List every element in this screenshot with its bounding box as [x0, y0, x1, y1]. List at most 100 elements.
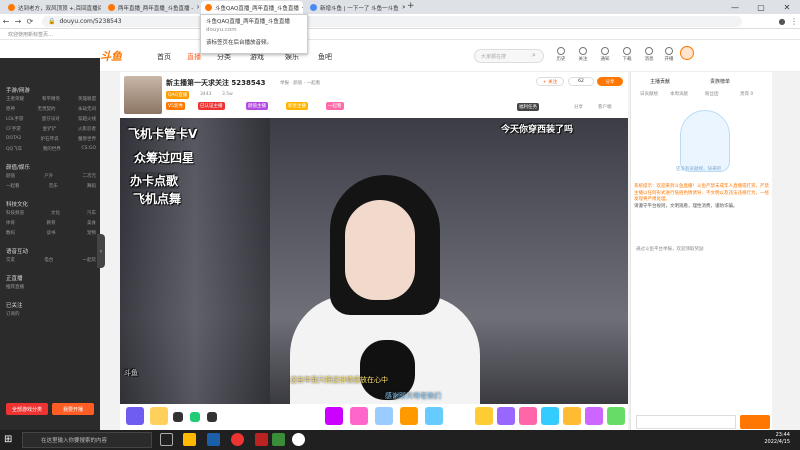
sidebar-item[interactable]: 汽车 — [87, 210, 96, 216]
history-button[interactable]: 历史 — [552, 47, 570, 62]
message-button[interactable]: 消息 — [640, 47, 658, 62]
sidebar-item[interactable]: 电台 — [44, 257, 53, 263]
tab-weekly[interactable]: 本周贡献 — [670, 91, 688, 97]
sidebar-item[interactable]: 舞蹈 — [87, 183, 96, 189]
sidebar-item[interactable]: 二次元 — [83, 173, 97, 179]
gift-item[interactable] — [475, 407, 493, 425]
forward-icon[interactable]: → — [12, 17, 24, 26]
sidebar-item[interactable]: 音乐 — [49, 183, 58, 189]
tab-fanclub[interactable]: 粉丝团 — [705, 91, 719, 97]
bookmark-item[interactable]: 欢迎使用新标签页… — [8, 31, 53, 38]
sidebar-item[interactable]: 美食 — [87, 220, 96, 226]
sidebar-section-title[interactable]: 已关注 — [6, 301, 23, 309]
follow-room-button[interactable]: + 关注 — [536, 77, 564, 86]
douyu-logo[interactable]: 斗鱼 — [100, 48, 138, 64]
sidebar-item[interactable]: 一起玩 — [83, 257, 97, 263]
send-button[interactable] — [740, 415, 770, 429]
url-input[interactable]: 🔒 douyu.com/5238543 — [42, 15, 742, 27]
sidebar-item[interactable]: 一起看 — [6, 183, 20, 189]
gift-item[interactable] — [519, 407, 537, 425]
sidebar-item[interactable]: 魔兽世界 — [78, 136, 96, 142]
sidebar-item[interactable]: LOL手游 — [6, 116, 23, 122]
follow-button[interactable]: 关注 — [574, 47, 592, 62]
broadcast-button[interactable]: 开播 — [660, 47, 678, 62]
share-link[interactable]: 分享 — [574, 104, 583, 110]
sidebar-item[interactable]: 原神 — [6, 106, 15, 112]
steam-icon[interactable] — [207, 433, 220, 446]
browser-tab-active[interactable]: 斗鱼QAQ直播_两年直播_斗鱼直播◀) — [201, 1, 303, 14]
sidebar-item[interactable]: 和平精英 — [42, 96, 60, 102]
nav-live[interactable]: 直播 — [187, 52, 201, 62]
browser-tab[interactable]: 两年直播_两年直播_斗鱼直播 - ✕ — [104, 1, 199, 14]
sidebar-item[interactable]: 教育 — [47, 220, 56, 226]
browser-tab[interactable]: 新增斗鱼 | 一下一了 斗鱼一斗鱼 ✕ — [306, 1, 405, 14]
sidebar-item[interactable]: 无畏契约 — [38, 106, 56, 112]
download-button[interactable]: 下载 — [618, 47, 636, 62]
sidebar-item[interactable]: 王者荣耀 — [6, 96, 24, 102]
chrome-icon[interactable] — [292, 433, 305, 446]
user-avatar[interactable] — [680, 46, 694, 60]
maximize-button[interactable]: ▢ — [748, 0, 774, 14]
nav-home[interactable]: 首页 — [157, 52, 171, 62]
app-icon[interactable] — [272, 433, 285, 446]
sidebar-item[interactable]: 穿越火线 — [78, 116, 96, 122]
close-icon[interactable]: ✕ — [196, 4, 199, 11]
browser-tab[interactable]: 达到老方，双风顶顶 +,百回直播间 -✕ — [4, 1, 101, 14]
tab-guests[interactable]: 贵宾 0 — [740, 91, 753, 97]
sidebar-item[interactable]: 火影忍者 — [78, 126, 96, 132]
gift-item[interactable] — [325, 407, 343, 425]
sidebar-item[interactable]: CF手游 — [6, 126, 21, 132]
sidebar-item[interactable]: 炉石传说 — [41, 136, 59, 142]
gift-item[interactable] — [585, 407, 603, 425]
streamer-avatar[interactable] — [124, 76, 162, 114]
gift-item[interactable] — [190, 412, 200, 422]
room-meta[interactable]: 举报 · 颜值 · 一起看 — [280, 80, 320, 86]
sidebar-item[interactable]: 订阅的 — [6, 311, 20, 317]
sidebar-item[interactable]: 交友 — [6, 257, 15, 263]
close-window-button[interactable]: ✕ — [774, 0, 800, 14]
sidebar-item[interactable]: 读书 — [47, 230, 56, 236]
share-button[interactable]: 分享 — [597, 77, 623, 86]
sidebar-item[interactable]: CS:GO — [81, 146, 96, 152]
back-icon[interactable]: ← — [0, 17, 12, 26]
sidebar-item[interactable]: 金铲铲 — [43, 126, 57, 132]
sidebar-item[interactable]: 永劫无间 — [78, 106, 96, 112]
sidebar-item[interactable]: 宠物 — [87, 230, 96, 236]
sidebar-item[interactable]: 科技频道 — [6, 210, 24, 216]
notify-button[interactable]: 通知 — [596, 47, 614, 62]
sidebar-item[interactable]: 户外 — [44, 173, 53, 179]
menu-icon[interactable]: ⋮ — [788, 17, 800, 26]
audio-icon[interactable]: ◀) — [302, 4, 303, 11]
close-icon[interactable]: ✕ — [402, 4, 405, 11]
sidebar-section-title[interactable]: 手游/网游 — [6, 86, 30, 94]
gift-item[interactable] — [150, 407, 168, 425]
chat-footnote[interactable]: 通过斗鱼平台举报，欢迎领取奖励 — [636, 246, 704, 252]
gift-item[interactable] — [375, 407, 393, 425]
sidebar-item[interactable]: 数码 — [6, 230, 15, 236]
start-broadcast-button[interactable]: 我要开播 — [52, 403, 94, 415]
sidebar-section-title[interactable]: 语音互动 — [6, 247, 28, 255]
windows-start-icon[interactable]: ⊞ — [4, 434, 16, 446]
sidebar-section-title[interactable]: 科技文化 — [6, 200, 28, 208]
gift-item[interactable] — [497, 407, 515, 425]
taskbar-clock[interactable]: 23:44 2022/4/15 — [740, 432, 790, 446]
search-icon[interactable]: ⌕ — [532, 51, 542, 61]
gift-item[interactable] — [563, 407, 581, 425]
netease-music-icon[interactable] — [231, 433, 244, 446]
gift-item[interactable] — [350, 407, 368, 425]
sidebar-item[interactable]: DOTA2 — [6, 136, 21, 142]
gift-item[interactable] — [400, 407, 418, 425]
task-view-icon[interactable] — [160, 433, 173, 446]
sidebar-item[interactable]: 英雄联盟 — [78, 96, 96, 102]
taskbar-search[interactable]: 在这里输入你要搜索的内容 — [22, 432, 152, 448]
file-explorer-icon[interactable] — [183, 433, 196, 446]
sidebar-item[interactable]: 推荐直播 — [6, 284, 24, 290]
sidebar-item[interactable]: 体育 — [6, 220, 15, 226]
all-categories-button[interactable]: 全部游戏分类 — [6, 403, 48, 415]
sidebar-item[interactable]: 蛋仔派对 — [42, 116, 60, 122]
collapse-sidebar-button[interactable]: ‹ — [97, 234, 105, 268]
gift-item[interactable] — [607, 407, 625, 425]
sidebar-section-title[interactable]: 正直播 — [6, 274, 23, 282]
tab-daily[interactable]: 日贡献榜 — [640, 91, 658, 97]
task-button[interactable]: 福利任务 — [517, 103, 539, 111]
